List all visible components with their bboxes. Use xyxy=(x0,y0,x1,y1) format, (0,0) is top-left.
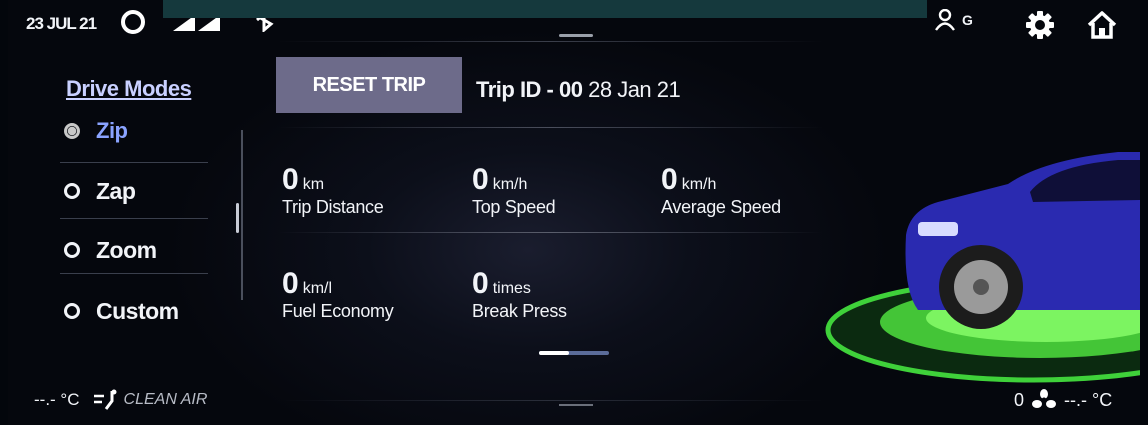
status-date: 23 JUL 21 xyxy=(26,14,97,33)
left-temperature: --.- °C xyxy=(34,390,80,409)
stat-value: 0 xyxy=(282,267,299,300)
headlight xyxy=(918,222,958,236)
stat-unit: km/h xyxy=(492,176,528,193)
stat-unit: times xyxy=(492,280,531,297)
bottom-divider xyxy=(278,400,823,401)
stat-value: 0 xyxy=(472,267,489,300)
radio-icon xyxy=(64,183,80,199)
fan-speed: 0 xyxy=(1014,389,1025,410)
seat-airflow-icon xyxy=(93,389,117,410)
reset-trip-button[interactable]: RESET TRIP xyxy=(276,57,462,113)
mode-divider xyxy=(60,273,208,274)
stat-label: Break Press xyxy=(472,301,567,321)
modes-scroll-track[interactable] xyxy=(241,130,243,300)
stat-unit: km/h xyxy=(681,176,717,193)
page-indicator[interactable] xyxy=(539,351,609,355)
radio-icon xyxy=(64,242,80,258)
drive-mode-custom[interactable]: Custom xyxy=(60,289,225,333)
right-temperature: --.- °C xyxy=(1064,389,1113,410)
stat-value: 0 xyxy=(661,163,678,196)
radio-icon xyxy=(64,303,80,319)
status-bar: 23 JUL 21 G xyxy=(8,0,1140,44)
drive-mode-zip[interactable]: Zip xyxy=(60,109,225,153)
trip-id-label: Trip ID - 00 xyxy=(476,77,583,102)
drive-mode-zap[interactable]: Zap xyxy=(60,169,225,213)
stat-average-speed: 0 km/h Average Speed xyxy=(661,163,781,218)
page-indicator-active xyxy=(539,351,569,355)
stat-label: Top Speed xyxy=(472,197,556,217)
infotainment-screen: 23 JUL 21 G Drive Modes Zip Zap Zoom Cus… xyxy=(8,0,1140,425)
modes-scroll-thumb[interactable] xyxy=(236,203,239,233)
user-icon xyxy=(935,9,955,31)
stat-fuel-economy: 0 km/l Fuel Economy xyxy=(282,267,394,322)
climate-right[interactable]: 0 --.- °C xyxy=(1014,389,1112,411)
radio-selected-icon xyxy=(64,123,80,139)
stat-value: 0 xyxy=(472,163,489,196)
drive-mode-zoom[interactable]: Zoom xyxy=(60,228,225,272)
climate-left[interactable]: --.- °C CLEAN AIR xyxy=(34,389,207,411)
stat-label: Fuel Economy xyxy=(282,301,394,321)
top-divider xyxy=(278,41,823,42)
gear-icon[interactable] xyxy=(1025,10,1055,40)
trip-divider xyxy=(278,127,823,128)
stat-value: 0 xyxy=(282,163,299,196)
stat-break-press: 0 times Break Press xyxy=(472,267,567,322)
wheel-hub xyxy=(973,279,989,295)
bottom-handle[interactable] xyxy=(559,404,593,406)
stat-trip-distance: 0 km Trip Distance xyxy=(282,163,384,218)
pull-down-handle[interactable] xyxy=(559,34,593,37)
drive-modes-title: Drive Modes xyxy=(66,76,192,101)
clean-air-label: CLEAN AIR xyxy=(123,391,208,408)
drive-mode-label: Custom xyxy=(96,297,179,324)
mode-divider xyxy=(60,218,208,219)
status-ring-icon xyxy=(121,10,145,34)
trip-date: 28 Jan 21 xyxy=(588,77,681,102)
home-icon[interactable] xyxy=(1086,10,1118,40)
user-initial: G xyxy=(962,12,973,28)
user-profile[interactable]: G xyxy=(934,9,973,31)
stat-unit: km xyxy=(302,176,325,193)
fan-icon xyxy=(1032,389,1057,408)
car-illustration xyxy=(825,152,1140,383)
mode-divider xyxy=(60,162,208,163)
stat-label: Average Speed xyxy=(661,197,781,217)
trip-id: Trip ID - 00 28 Jan 21 xyxy=(476,77,681,103)
stat-label: Trip Distance xyxy=(282,197,384,217)
stats-divider xyxy=(278,232,823,233)
drive-mode-label: Zoom xyxy=(96,236,157,263)
notification-banner[interactable] xyxy=(163,0,927,18)
stat-top-speed: 0 km/h Top Speed xyxy=(472,163,556,218)
stat-unit: km/l xyxy=(302,280,333,297)
drive-mode-label: Zip xyxy=(96,118,128,143)
drive-mode-label: Zap xyxy=(96,177,136,204)
